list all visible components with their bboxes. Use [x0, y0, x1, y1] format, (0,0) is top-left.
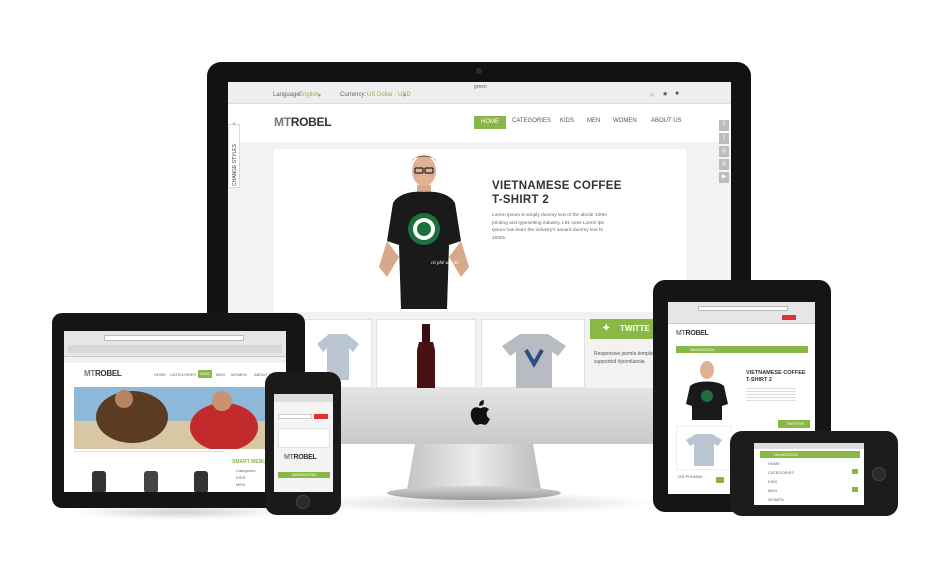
iphone-screen: MTROBEL NAVIGATION	[274, 394, 333, 492]
language-label: Language:	[273, 92, 302, 98]
status-bar	[754, 443, 864, 449]
account-links	[278, 428, 330, 448]
hero-title: VIETNAMESE COFFEE T-SHIRT 2	[492, 179, 622, 207]
camera-icon	[476, 68, 482, 74]
home-button-icon	[872, 467, 886, 481]
nav-about-us[interactable]: ABOUT US	[651, 118, 682, 124]
youtube-icon[interactable]: ▶	[719, 172, 729, 183]
social-bar: f t g p ▶	[719, 120, 729, 185]
expand-icon[interactable]	[852, 469, 858, 474]
currency-label: Currency:	[340, 92, 367, 98]
hero-description	[746, 388, 796, 402]
product-tile[interactable]	[376, 319, 476, 388]
nav-women[interactable]: WOMEN	[231, 372, 247, 377]
nav-home[interactable]: HOME	[768, 461, 780, 466]
navigation-bar[interactable]: NAVIGATION	[760, 451, 860, 458]
browser-chrome	[64, 331, 286, 357]
nav-men[interactable]: MEN	[587, 118, 600, 124]
nav-categories[interactable]: CATEGORIES	[768, 470, 794, 475]
twitter-widget-title: TWITTE	[620, 324, 650, 333]
navigation-bar[interactable]: NAVIGATION	[676, 346, 808, 353]
google-plus-icon[interactable]: g	[719, 146, 729, 157]
nav-kids[interactable]: KIDS	[560, 118, 574, 124]
menu-item[interactable]: KIDS	[236, 475, 245, 480]
site-logo[interactable]: MTROBEL	[274, 115, 332, 129]
product-tile[interactable]	[481, 319, 585, 388]
tshirt-image	[502, 334, 566, 388]
hero-title-line-2: T-SHIRT 2	[746, 377, 772, 383]
nav-men[interactable]: MEN	[768, 488, 777, 493]
search-button[interactable]	[314, 414, 328, 419]
banner-photo	[74, 387, 286, 449]
address-bar[interactable]	[104, 335, 244, 341]
menu-item[interactable]: MEN	[236, 482, 245, 487]
language-select[interactable]: English	[299, 92, 319, 98]
nav-categories[interactable]: CATEGORIES	[170, 372, 196, 377]
wine-bottle-image	[417, 324, 435, 388]
home-button-icon	[296, 495, 310, 509]
site-top-bar	[64, 357, 286, 363]
nav-men[interactable]: MEN	[216, 372, 225, 377]
tshirt-image	[676, 426, 732, 470]
search-button[interactable]	[782, 315, 796, 320]
apple-logo-icon	[470, 400, 490, 425]
smart-menu-title: SMART MENU	[232, 459, 266, 465]
menu-item[interactable]: Categories	[236, 468, 255, 473]
change-styles-tab[interactable]: + CHANGE STYLES	[228, 121, 240, 188]
search-input[interactable]	[278, 414, 312, 419]
hero-title-line-1: VIETNAMESE COFFEE	[746, 370, 806, 376]
twitter-widget-header: TWITTER	[778, 420, 810, 428]
nav-kids[interactable]: KIDS	[198, 370, 212, 378]
nav-categories[interactable]: CATEGORIES	[512, 118, 551, 124]
nav-women[interactable]: WOMEN	[768, 497, 784, 502]
site-logo[interactable]: MTROBEL	[284, 454, 317, 461]
user-icon[interactable]: ●	[675, 90, 679, 97]
pinterest-icon[interactable]: p	[719, 159, 729, 170]
product-name[interactable]: IXS PHUMAK	[678, 474, 703, 479]
nav-home[interactable]: HOME	[154, 372, 166, 377]
divider	[74, 451, 224, 452]
twitter-icon[interactable]: t	[719, 133, 729, 144]
change-styles-label: CHANGE STYLES	[232, 144, 238, 186]
status-bar	[274, 394, 333, 402]
expand-icon[interactable]	[852, 487, 858, 492]
add-to-cart-button[interactable]	[716, 477, 724, 483]
currency-chevron-icon: ▾	[403, 93, 407, 99]
window-title: green	[474, 84, 487, 90]
navigation-bar[interactable]: NAVIGATION	[278, 472, 330, 478]
shirt-caption: cà phê sữa đá	[431, 261, 459, 266]
imac-base	[387, 486, 561, 500]
site-logo[interactable]: MTROBEL	[84, 369, 122, 378]
tab-strip	[68, 345, 282, 353]
hero-title-line-2: T-SHIRT 2	[492, 194, 550, 206]
imac-stand	[407, 444, 541, 490]
hero-description: Lorem Ipsum is simply dummy text of the …	[492, 213, 607, 241]
hero-title: VIETNAMESE COFFEE T-SHIRT 2	[746, 370, 806, 384]
top-bar: green Language: English ▾ Currency: US D…	[228, 82, 731, 104]
twitter-bird-icon: ✦	[602, 323, 611, 334]
nav-home[interactable]: HOME	[474, 116, 506, 129]
star-icon[interactable]: ★	[662, 90, 668, 98]
nav-kids[interactable]: KIDS	[768, 479, 777, 484]
model-photo	[686, 361, 728, 420]
model-photo: cà phê sữa đá	[379, 155, 469, 309]
hero-title-line-1: VIETNAMESE COFFEE	[492, 180, 622, 192]
address-bar[interactable]	[698, 306, 788, 311]
facebook-icon[interactable]: f	[719, 120, 729, 131]
iphone-landscape-screen: NAVIGATION HOME CATEGORIES KIDS MEN WOME…	[754, 443, 864, 505]
search-icon[interactable]: ⌕	[650, 90, 654, 100]
browser-chrome	[668, 302, 815, 324]
watch-products	[92, 471, 208, 492]
language-chevron-icon: ▾	[318, 93, 322, 99]
site-logo[interactable]: MTROBEL	[676, 330, 709, 337]
hero-slide[interactable]: cà phê sữa đá VIETNAMESE COFFEE T-SHIRT …	[274, 149, 686, 312]
main-nav: MTROBEL HOME CATEGORIES KIDS MEN WOMEN A…	[228, 104, 731, 142]
ipad-landscape-screen: MTROBEL HOME CATEGORIES KIDS MEN WOMEN A…	[64, 331, 286, 492]
nav-women[interactable]: WOMEN	[613, 118, 637, 124]
